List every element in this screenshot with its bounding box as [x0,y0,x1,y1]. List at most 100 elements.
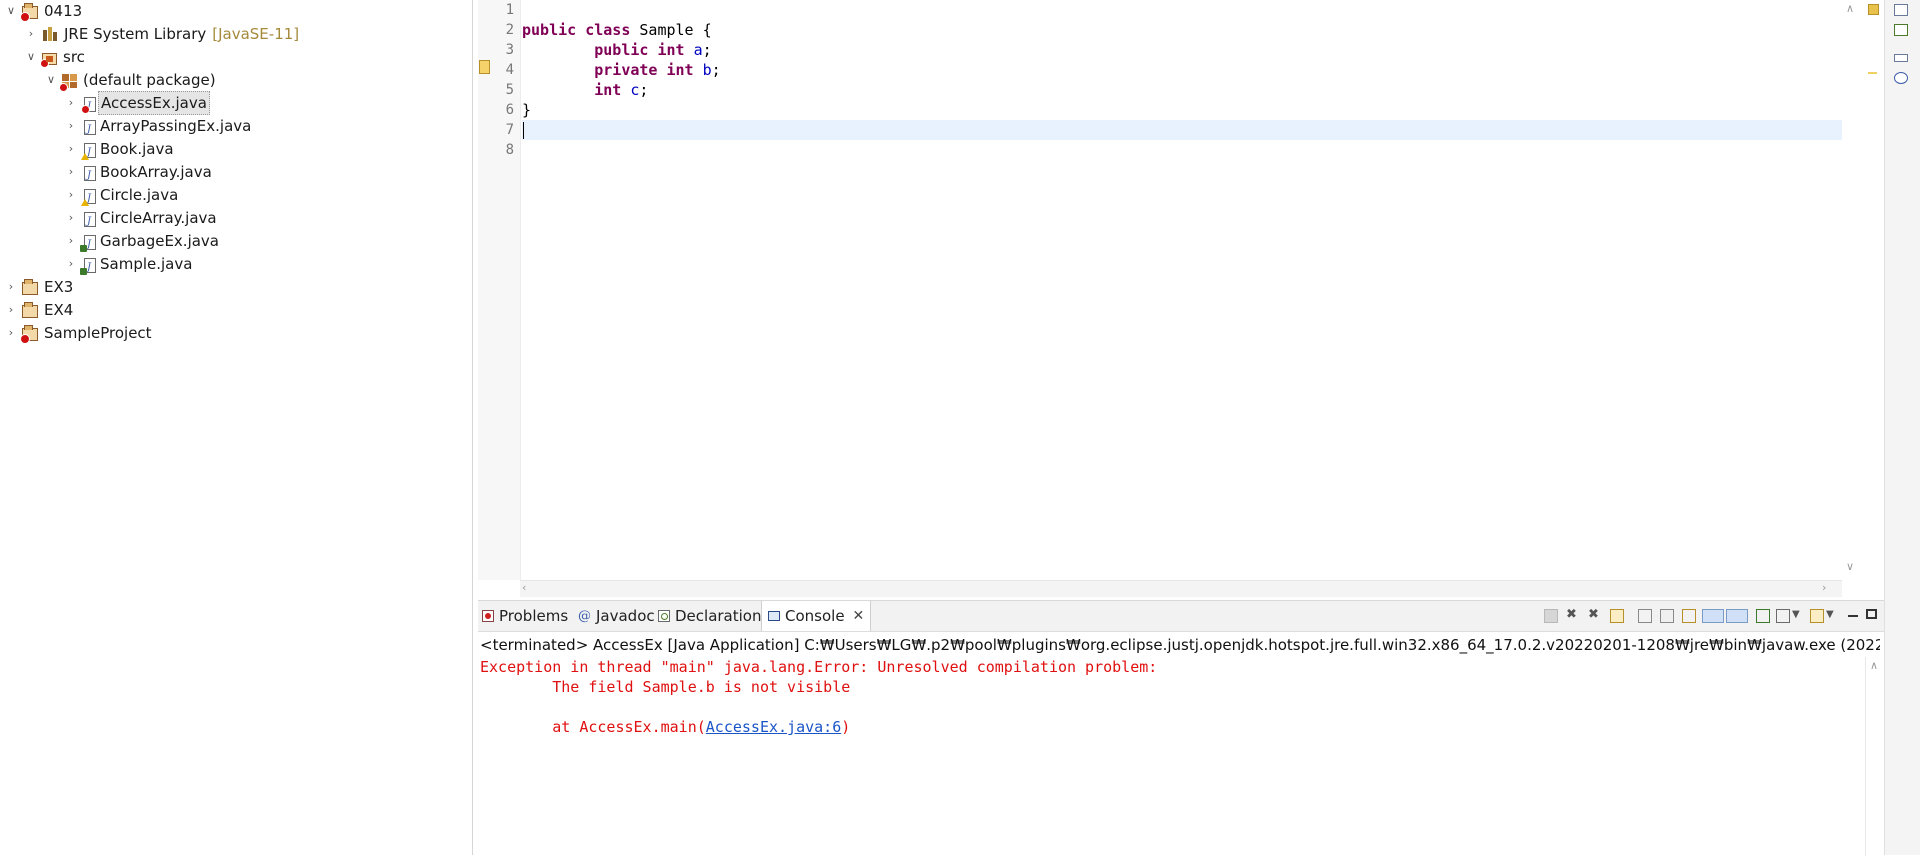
outline-icon[interactable] [1894,4,1908,16]
minimize-icon[interactable] [1848,615,1858,617]
console-output-line: at AccessEx.main(AccessEx.java:6) [480,718,851,736]
console-output[interactable]: Exception in thread "main" java.lang.Err… [480,657,1850,737]
maximize-icon[interactable] [1866,609,1877,619]
clear-console-icon[interactable] [1638,609,1652,623]
remove-all-icon[interactable]: ✖ [1588,608,1602,623]
terminate-icon[interactable] [1544,609,1558,623]
library-icon [42,26,58,42]
warning-summary-icon[interactable] [1868,4,1879,15]
line-number: 8 [505,142,514,158]
tree-item-project-ex4[interactable]: › EX4 [4,299,75,321]
chevron-right-icon[interactable]: › [64,230,78,252]
open-console-icon[interactable] [1810,609,1824,623]
chevron-down-icon[interactable]: ∨ [44,69,58,91]
help-icon[interactable] [1894,72,1908,84]
tab-label: Console [785,607,845,625]
chevron-right-icon[interactable]: › [64,253,78,275]
display-console-icon[interactable] [1776,609,1790,623]
chevron-right-icon[interactable]: › [64,207,78,229]
chevron-right-icon[interactable]: › [24,23,38,45]
javadoc-icon: @ [578,608,591,624]
editor-vertical-scrollbar[interactable]: ∧ ∨ [1842,0,1862,580]
tree-item-circle-java[interactable]: › Circle.java [64,184,180,210]
scroll-right-icon[interactable]: › [1822,581,1826,594]
code-editor[interactable]: 1 2 3 4 5 6 7 8 public class Sample { pu… [478,0,1862,597]
remove-launch-icon[interactable]: ✖ [1566,608,1580,623]
tree-item-arraypassingex-java[interactable]: › ArrayPassingEx.java [64,115,253,141]
console-vertical-scrollbar[interactable]: ∧ [1865,657,1884,856]
tree-item-garbageex-java[interactable]: › GarbageEx.java [64,230,221,256]
chevron-right-icon[interactable]: › [64,138,78,160]
scroll-left-icon[interactable]: ‹ [522,581,526,594]
view-tab-bar: Problems @ Javadoc Declaration Console ✕… [478,601,1884,632]
show-on-stderr-icon[interactable] [1726,609,1748,623]
chevron-right-icon[interactable]: › [4,322,18,344]
chevron-right-icon[interactable]: › [64,92,78,114]
java-file-warning-icon [81,142,96,164]
tree-item-label: Sample.java [100,255,193,273]
java-file-icon [84,165,96,187]
project-icon [22,301,38,318]
tree-item-bookarray-java[interactable]: › BookArray.java [64,161,214,187]
word-wrap-icon[interactable] [1682,609,1696,623]
java-file-error-icon [81,96,96,118]
tree-item-label: BookArray.java [100,163,212,181]
tree-item-sample-java[interactable]: › Sample.java [64,253,194,279]
project-error-icon [20,324,38,344]
right-trim-toolbar [1884,0,1920,855]
tree-item-accessex-java[interactable]: › AccessEx.java [64,91,210,118]
chevron-right-icon[interactable]: › [4,299,18,321]
project-error-icon [20,2,38,22]
tab-label: Declaration [675,607,762,625]
java-file-run-icon [80,257,96,279]
chevron-right-icon[interactable]: › [64,115,78,137]
stack-trace-link[interactable]: AccessEx.java:6 [706,718,841,736]
tree-item-project-0413[interactable]: ∨ 0413 [4,0,84,22]
chevron-down-icon[interactable]: ∨ [4,0,18,22]
tree-item-circlearray-java[interactable]: › CircleArray.java [64,207,219,233]
scroll-up-icon[interactable]: ∧ [1870,659,1878,672]
console-status-line: <terminated> AccessEx [Java Application]… [480,636,1880,654]
task-list-icon[interactable] [1894,24,1908,36]
tree-item-book-java[interactable]: › Book.java [64,138,176,164]
editor-horizontal-scrollbar[interactable]: ‹ › [520,580,1842,597]
tree-item-project-ex3[interactable]: › EX3 [4,276,75,298]
tree-item-jre-library[interactable]: › JRE System Library [JavaSE-11] [24,23,299,45]
chevron-down-icon[interactable]: ∨ [24,46,38,68]
chevron-down-icon[interactable]: ▼ [1826,609,1840,623]
chevron-right-icon[interactable]: › [4,276,18,298]
chevron-down-icon[interactable]: ▼ [1792,609,1806,623]
tree-item-label: EX4 [44,301,74,319]
line-number: 6 [505,102,514,118]
code-text-area[interactable]: public class Sample { public int a; priv… [522,0,1842,580]
tree-item-label: src [63,48,85,66]
tree-item-project-sampleproject[interactable]: › SampleProject [4,322,154,344]
tree-item-label: JRE System Library [64,25,207,43]
code-line-3: public int a; [594,41,712,59]
tab-declaration[interactable]: Declaration [658,601,761,631]
close-icon[interactable]: ✕ [853,608,865,624]
warning-marker-icon[interactable] [479,60,490,74]
warning-overview-marker[interactable] [1868,72,1877,74]
tree-item-label: ArrayPassingEx.java [100,117,252,135]
tab-javadoc[interactable]: @ Javadoc [578,601,655,631]
code-line-6: } [522,101,532,119]
scroll-up-icon[interactable]: ∧ [1846,2,1854,15]
scroll-down-icon[interactable]: ∨ [1846,560,1854,573]
tab-console[interactable]: Console ✕ [761,601,872,631]
chevron-right-icon[interactable]: › [64,184,78,206]
pin-console-icon[interactable] [1756,609,1770,623]
tree-item-default-package[interactable]: ∨ (default package) [44,69,218,92]
tree-item-src[interactable]: ∨ src [24,46,87,68]
show-launches-icon[interactable] [1610,609,1624,623]
tab-problems[interactable]: Problems [482,601,568,631]
tree-item-label: (default package) [83,71,216,89]
code-line-4: private int b; [594,61,721,79]
scroll-lock-icon[interactable] [1660,609,1674,623]
overview-ruler[interactable] [1864,0,1882,597]
show-on-stdout-icon[interactable] [1702,609,1724,623]
restore-icon[interactable] [1894,54,1908,62]
console-view: Problems @ Javadoc Declaration Console ✕… [478,600,1884,856]
chevron-right-icon[interactable]: › [64,161,78,183]
annotation-ruler[interactable] [478,0,490,580]
